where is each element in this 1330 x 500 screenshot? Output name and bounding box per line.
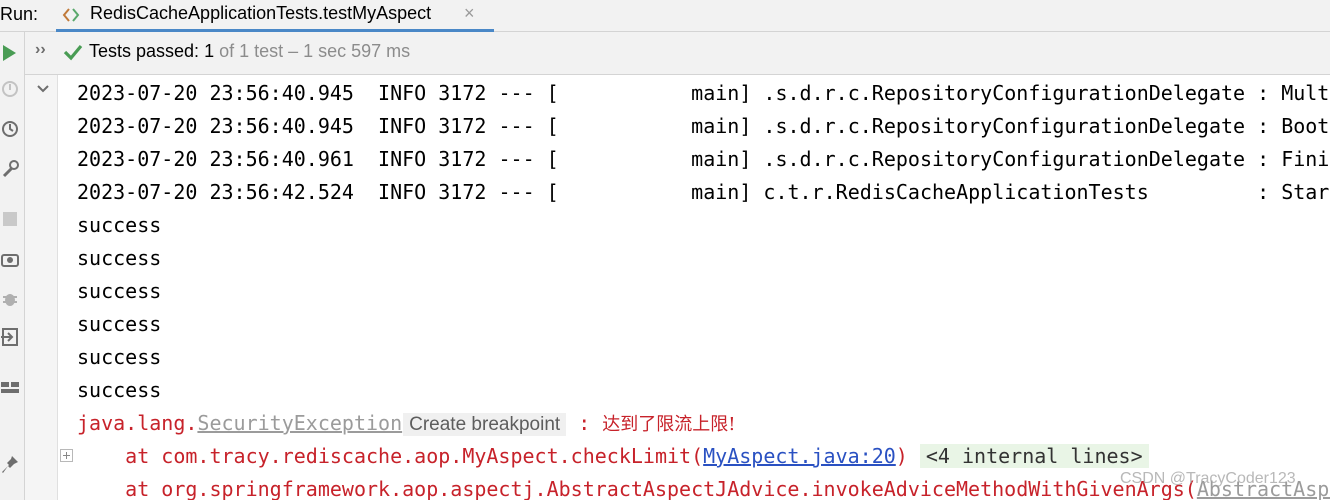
success-line: success: [77, 308, 161, 341]
check-icon: [63, 44, 83, 61]
tests-passed-status: Tests passed: 1 of 1 test – 1 sec 597 ms: [89, 41, 410, 62]
log-message: Finis: [1281, 147, 1330, 171]
source-file-link[interactable]: MyAspect.java:20: [703, 444, 896, 468]
log-logger: .s.d.r.c.RepositoryConfigurationDelegate: [763, 114, 1246, 138]
exception-message: 达到了限流上限!: [602, 414, 736, 435]
success-text: success: [77, 378, 162, 402]
log-timestamp: 2023-07-20 23:56:40.945: [77, 114, 354, 138]
log-level: INFO: [378, 147, 427, 171]
expand-toolbar-chevron-icon[interactable]: ››: [35, 41, 46, 59]
log-separator: ---: [498, 81, 535, 105]
exception-colon: :: [566, 411, 603, 435]
log-thread: main: [691, 147, 740, 171]
success-line: success: [77, 341, 161, 374]
log-logger: c.t.r.RedisCacheApplicationTests: [763, 180, 1149, 204]
log-separator: ---: [498, 180, 535, 204]
run-label: Run:: [0, 4, 39, 24]
toggle-auto-test-icon[interactable]: [0, 118, 20, 140]
internal-lines-fold[interactable]: <4 internal lines>: [919, 444, 1149, 468]
log-timestamp: 2023-07-20 23:56:40.945: [77, 81, 354, 105]
exception-line: java.lang.SecurityException Create breakp…: [77, 407, 736, 440]
success-text: success: [77, 279, 162, 303]
import-icon[interactable]: [0, 326, 20, 348]
log-line: 2023-07-20 23:56:40.961 INFO 3172 --- [ …: [77, 143, 1330, 176]
tab-run-configuration[interactable]: RedisCacheApplicationTests.testMyAspect …: [56, 0, 494, 32]
chevron-down-icon[interactable]: [35, 81, 51, 97]
success-text: success: [77, 213, 162, 237]
log-line: 2023-07-20 23:56:40.945 INFO 3172 --- [ …: [77, 77, 1330, 110]
close-icon[interactable]: ×: [464, 3, 475, 24]
success-text: success: [77, 312, 162, 336]
stack-frame-line: at com.tracy.rediscache.aop.MyAspect.che…: [77, 440, 1149, 473]
success-line: success: [77, 275, 161, 308]
log-separator: ---: [498, 114, 535, 138]
run-side-toolbar: [0, 32, 25, 500]
exception-prefix: java.lang.: [77, 411, 198, 435]
stack-frame-text: at com.tracy.rediscache.aop.MyAspect.che…: [77, 444, 704, 468]
log-pid: 3172: [438, 147, 487, 171]
log-logger: .s.d.r.c.RepositoryConfigurationDelegate: [763, 147, 1246, 171]
watermark: CSDN @TracyCoder123: [1120, 470, 1296, 487]
success-line: success: [77, 209, 161, 242]
success-text: success: [77, 246, 162, 270]
settings-wrench-icon[interactable]: [0, 158, 20, 180]
stack-frame-text: at org.springframework.aop.aspectj.Abstr…: [77, 477, 1197, 500]
log-pid: 3172: [438, 81, 487, 105]
pin-icon[interactable]: [0, 454, 20, 476]
stack-frame-suffix: ): [895, 444, 908, 468]
console-output: 2023-07-20 23:56:40.945 INFO 3172 --- [ …: [77, 77, 1330, 500]
log-pid: 3172: [438, 180, 487, 204]
log-line: 2023-07-20 23:56:40.945 INFO 3172 --- [ …: [77, 110, 1330, 143]
log-timestamp: 2023-07-20 23:56:40.961: [77, 147, 354, 171]
camera-icon[interactable]: [0, 248, 20, 270]
log-thread: main: [691, 114, 740, 138]
tests-passed-count: 1: [204, 41, 215, 61]
log-pid: 3172: [438, 114, 487, 138]
log-message: Multi: [1281, 81, 1330, 105]
stop-icon[interactable]: [0, 208, 20, 230]
log-thread: main: [691, 180, 740, 204]
success-text: success: [77, 345, 162, 369]
tab-title: RedisCacheApplicationTests.testMyAspect: [90, 3, 432, 23]
layout-icon[interactable]: [0, 376, 20, 398]
tests-detail: of 1 test – 1 sec 597 ms: [214, 41, 411, 61]
debug-bug-icon[interactable]: [0, 288, 20, 310]
fold-expand-icon[interactable]: [60, 449, 73, 462]
log-logger: .s.d.r.c.RepositoryConfigurationDelegate: [763, 81, 1246, 105]
log-line: 2023-07-20 23:56:42.524 INFO 3172 --- [ …: [77, 176, 1330, 209]
success-line: success: [77, 242, 161, 275]
create-breakpoint-hint[interactable]: Create breakpoint: [403, 413, 567, 436]
rerun-failed-icon[interactable]: [0, 78, 20, 100]
log-message: Start: [1281, 180, 1330, 204]
success-line: success: [77, 374, 161, 407]
log-level: INFO: [378, 114, 427, 138]
log-level: INFO: [378, 180, 427, 204]
test-status-bar: ›› Tests passed: 1 of 1 test – 1 sec 597…: [25, 32, 1330, 75]
test-config-icon: [62, 8, 80, 22]
log-separator: ---: [498, 147, 535, 171]
run-toolwindow-header: Run: RedisCacheApplicationTests.testMyAs…: [0, 0, 1330, 32]
exception-class-link[interactable]: SecurityException: [197, 411, 402, 435]
log-timestamp: 2023-07-20 23:56:42.524: [77, 180, 354, 204]
log-level: INFO: [378, 81, 427, 105]
log-thread: main: [691, 81, 740, 105]
log-message: Boots: [1281, 114, 1330, 138]
tests-passed-label: Tests passed:: [89, 41, 205, 61]
rerun-icon[interactable]: [0, 42, 20, 64]
console-gutter: [25, 75, 58, 500]
